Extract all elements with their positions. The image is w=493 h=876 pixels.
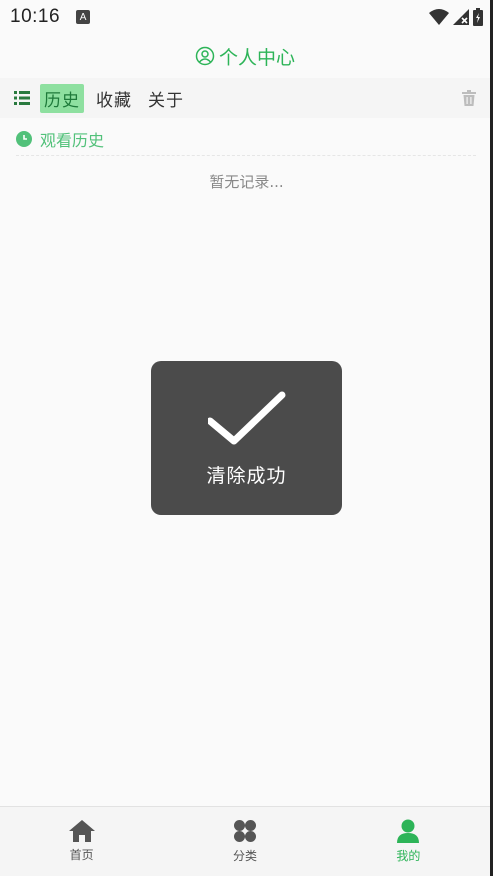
nav-mine[interactable]: 我的 [327, 807, 490, 876]
status-time: 10:16 [10, 6, 61, 27]
history-section-header: 观看历史 [16, 122, 476, 156]
nav-category[interactable]: 分类 [163, 807, 326, 876]
bottom-nav: 首页 分类 我的 [0, 806, 490, 876]
clock-icon [16, 130, 32, 147]
nav-mine-label: 我的 [396, 849, 421, 863]
notification-a-icon: A [76, 10, 91, 24]
list-icon[interactable] [14, 91, 30, 105]
user-circle-icon [195, 46, 215, 66]
signal-icon [453, 9, 469, 25]
tab-favorites[interactable]: 收藏 [92, 84, 136, 113]
page-title-text: 个人中心 [218, 46, 295, 69]
nav-category-label: 分类 [232, 849, 257, 863]
tab-bar: 历史 收藏 关于 [0, 78, 490, 118]
toast-message: 清除成功 [151, 361, 342, 515]
page-title: 个人中心 [195, 43, 295, 70]
status-icons [429, 8, 483, 26]
home-icon [68, 820, 95, 842]
section-title: 观看历史 [40, 130, 105, 150]
category-icon [233, 820, 256, 842]
checkmark-icon [207, 391, 285, 445]
toast-text: 清除成功 [206, 465, 287, 487]
user-icon [397, 819, 420, 843]
empty-state-text: 暂无记录... [209, 173, 284, 191]
wifi-icon [429, 9, 449, 25]
trash-icon[interactable] [462, 90, 476, 110]
status-bar: 10:16 A [0, 0, 493, 34]
battery-icon [473, 8, 483, 26]
nav-home[interactable]: 首页 [0, 807, 163, 876]
tab-about[interactable]: 关于 [144, 84, 188, 113]
tab-history[interactable]: 历史 [40, 83, 84, 113]
app-header: 个人中心 [0, 34, 490, 78]
nav-home-label: 首页 [69, 848, 94, 862]
